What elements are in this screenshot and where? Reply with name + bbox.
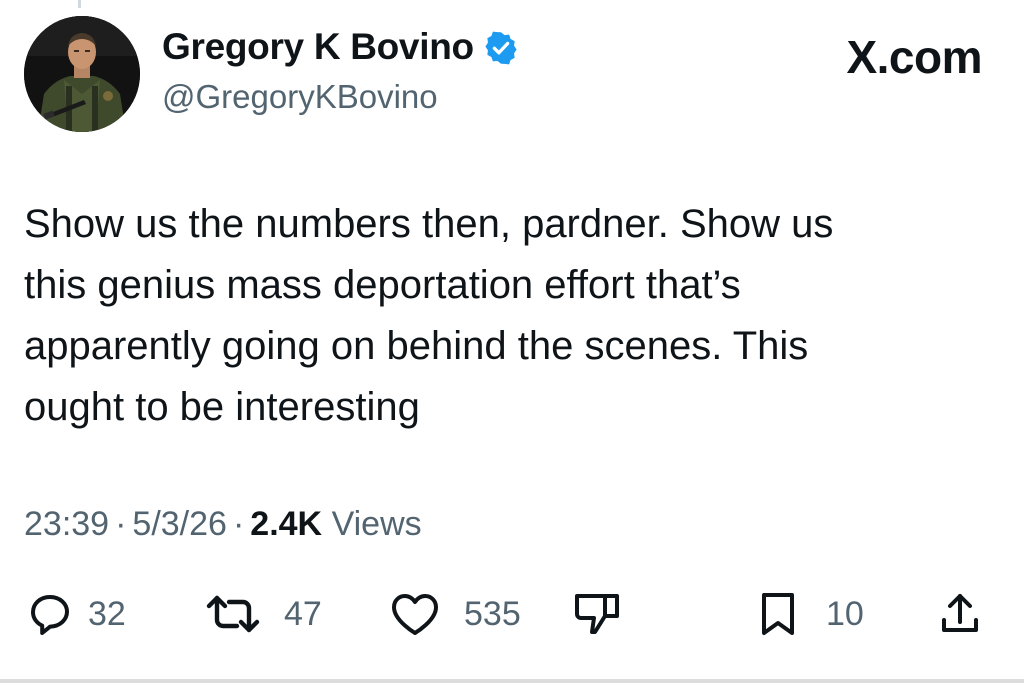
thread-connector <box>78 0 81 8</box>
bookmark-icon <box>762 593 794 635</box>
bookmark-count: 10 <box>826 594 864 633</box>
reply-icon <box>31 595 69 635</box>
repost-count: 47 <box>284 594 322 633</box>
share-button[interactable] <box>936 590 984 638</box>
views-label: Views <box>331 505 422 543</box>
tweet-date[interactable]: 5/3/26 <box>132 505 227 543</box>
tweet-meta: 23:39 · 5/3/26 · 2.4K Views <box>24 505 422 544</box>
reply-count: 32 <box>88 594 126 633</box>
reply-button[interactable]: 32 <box>26 590 126 638</box>
share-icon <box>942 594 978 632</box>
views-count: 2.4K <box>250 505 323 543</box>
thumbs-down-icon <box>575 594 619 634</box>
avatar[interactable] <box>24 16 140 132</box>
dislike-button[interactable] <box>570 590 624 638</box>
meta-separator: · <box>115 505 127 543</box>
repost-icon <box>206 595 260 633</box>
meta-separator: · <box>232 505 245 543</box>
site-label: X.com <box>846 31 982 83</box>
bookmark-button[interactable]: 10 <box>756 590 864 638</box>
repost-button[interactable]: 47 <box>200 590 322 638</box>
verified-badge-icon <box>485 31 517 65</box>
heart-icon <box>392 594 438 635</box>
like-button[interactable]: 535 <box>388 590 521 638</box>
author-handle[interactable]: @GregoryKBovino <box>162 78 438 116</box>
tweet-card: Gregory K Bovino @GregoryKBovino X.com S… <box>0 0 1024 683</box>
author-display-name[interactable]: Gregory K Bovino <box>162 26 474 68</box>
avatar-photo <box>24 16 140 132</box>
like-count: 535 <box>464 594 521 633</box>
tweet-time[interactable]: 23:39 <box>24 505 109 543</box>
tweet-text: Show us the numbers then, pardner. Show … <box>24 202 834 429</box>
divider <box>0 679 1024 683</box>
